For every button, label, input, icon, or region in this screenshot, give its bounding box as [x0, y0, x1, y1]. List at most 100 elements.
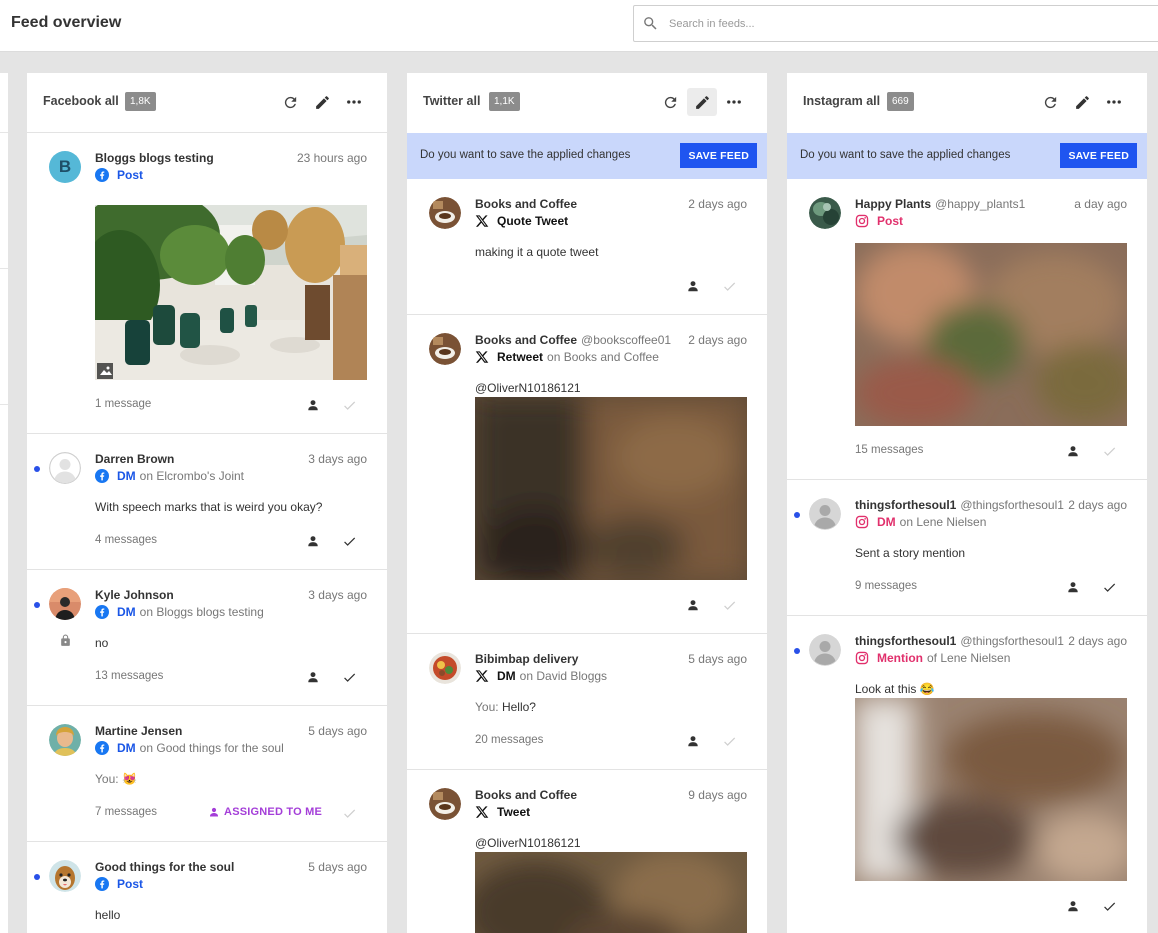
avatar[interactable]	[49, 860, 81, 892]
feed-card[interactable]: Books and Coffee @bookscoffee01 2 days ag…	[407, 315, 767, 634]
feed-card[interactable]: Books and Coffee 9 days ago Tweet @Olive…	[407, 770, 767, 933]
search-box[interactable]	[633, 5, 1158, 42]
feed-card[interactable]: thingsforthesoul1 @thingsforthesoul1 2 da…	[787, 616, 1147, 933]
avatar[interactable]	[809, 498, 841, 530]
more-icon	[725, 93, 743, 111]
avatar[interactable]	[49, 588, 81, 620]
message-type: DM	[117, 469, 136, 483]
timestamp: 2 days ago	[688, 333, 747, 347]
message-count: 15 messages	[855, 444, 924, 456]
resolve-button[interactable]	[719, 597, 739, 613]
check-icon	[342, 806, 357, 821]
resolve-button[interactable]	[719, 278, 739, 294]
avatar[interactable]	[429, 333, 461, 365]
refresh-button[interactable]	[655, 88, 685, 116]
assign-button[interactable]	[1063, 898, 1083, 914]
author-name[interactable]: Darren Brown	[95, 452, 174, 466]
author-name[interactable]: Happy Plants @happy_plants1	[855, 197, 1025, 211]
feed-card[interactable]: Bibimbap delivery 5 days ago DM on David…	[407, 634, 767, 770]
feed-card[interactable]: Happy Plants @happy_plants1 a day ago Pos…	[787, 179, 1147, 480]
assign-button[interactable]	[303, 533, 323, 549]
assign-button[interactable]	[683, 733, 703, 749]
feed-card[interactable]: Books and Coffee 2 days ago Quote Tweet …	[407, 179, 767, 315]
author-name[interactable]: Kyle Johnson	[95, 588, 174, 602]
resolve-button[interactable]	[1099, 443, 1119, 459]
page-title: Feed overview	[11, 14, 122, 31]
refresh-button[interactable]	[1035, 88, 1065, 116]
save-feed-button[interactable]: SAVE FEED	[680, 143, 757, 168]
assigned-to-me-badge[interactable]: ASSIGNED TO ME	[208, 806, 322, 818]
assign-button[interactable]	[303, 397, 323, 413]
search-input[interactable]	[669, 17, 1109, 30]
assign-button[interactable]	[1063, 443, 1083, 459]
more-icon	[345, 93, 363, 111]
avatar[interactable]	[429, 788, 461, 820]
timestamp: 2 days ago	[1068, 634, 1127, 648]
resolve-button[interactable]	[719, 733, 739, 749]
post-image[interactable]	[855, 243, 1127, 426]
feed-card[interactable]: B Bloggs blogs testing 23 hours ago Post	[27, 133, 387, 434]
author-name[interactable]: Martine Jensen	[95, 724, 182, 738]
resolve-button[interactable]	[339, 397, 359, 413]
avatar[interactable]	[429, 197, 461, 229]
edit-feed-button[interactable]	[687, 88, 717, 116]
avatar[interactable]	[429, 652, 461, 684]
author-name[interactable]: Books and Coffee @bookscoffee01	[475, 333, 671, 347]
resolve-button[interactable]	[1099, 579, 1119, 595]
refresh-button[interactable]	[275, 88, 305, 116]
author-name[interactable]: Books and Coffee	[475, 788, 577, 802]
check-icon	[1102, 899, 1117, 914]
timestamp: a day ago	[1074, 197, 1127, 211]
check-icon	[722, 279, 737, 294]
check-icon	[722, 598, 737, 613]
refresh-icon	[1042, 94, 1059, 111]
avatar[interactable]	[49, 452, 81, 484]
attached-image[interactable]	[855, 698, 1127, 881]
resolve-button[interactable]	[1099, 898, 1119, 914]
avatar[interactable]: B	[49, 151, 81, 183]
assign-button[interactable]	[303, 669, 323, 685]
assign-button[interactable]	[1063, 579, 1083, 595]
save-feed-button[interactable]: SAVE FEED	[1060, 143, 1137, 168]
attached-image[interactable]	[475, 397, 747, 580]
message-count: 9 messages	[855, 580, 918, 592]
more-options-button[interactable]	[1099, 88, 1129, 116]
assign-user-icon	[686, 598, 700, 612]
message-target: on David Bloggs	[519, 669, 608, 683]
author-name[interactable]: Bloggs blogs testing	[95, 151, 214, 165]
feed-card[interactable]: Good things for the soul 5 days ago Post…	[27, 842, 387, 933]
feed-card[interactable]: Darren Brown 3 days ago DM on Elcrombo's…	[27, 434, 387, 570]
more-options-button[interactable]	[719, 88, 749, 116]
message-type: Tweet	[497, 805, 531, 819]
resolve-button[interactable]	[339, 805, 359, 821]
avatar[interactable]	[809, 197, 841, 229]
previous-column-edge[interactable]	[0, 73, 8, 933]
edit-feed-button[interactable]	[1067, 88, 1097, 116]
author-name[interactable]: Good things for the soul	[95, 860, 234, 874]
resolve-button[interactable]	[339, 533, 359, 549]
attached-image[interactable]	[475, 852, 747, 933]
author-name[interactable]: Bibimbap delivery	[475, 652, 578, 666]
feed-card[interactable]: thingsforthesoul1 @thingsforthesoul1 2 da…	[787, 480, 1147, 616]
check-icon	[722, 734, 737, 749]
column-header: Facebook all 1,8K	[27, 73, 387, 133]
avatar[interactable]	[49, 724, 81, 756]
feed-card[interactable]: Kyle Johnson 3 days ago DM on Bloggs blo…	[27, 570, 387, 706]
author-name[interactable]: thingsforthesoul1 @thingsforthesoul1	[855, 498, 1064, 512]
post-image[interactable]	[95, 205, 367, 380]
author-name[interactable]: Books and Coffee	[475, 197, 577, 211]
author-name[interactable]: thingsforthesoul1 @thingsforthesoul1	[855, 634, 1064, 648]
timestamp: 5 days ago	[308, 724, 367, 738]
edit-feed-button[interactable]	[307, 88, 337, 116]
avatar[interactable]	[809, 634, 841, 666]
message-target: on Books and Coffee	[547, 350, 659, 364]
more-options-button[interactable]	[339, 88, 369, 116]
author-handle: @thingsforthesoul1	[960, 498, 1064, 512]
check-icon	[342, 534, 357, 549]
assign-button[interactable]	[683, 278, 703, 294]
timestamp: 23 hours ago	[296, 151, 367, 165]
assign-button[interactable]	[683, 597, 703, 613]
feed-column-twitter: Twitter all 1,1K Do you want to save the…	[407, 73, 767, 933]
resolve-button[interactable]	[339, 669, 359, 685]
feed-card[interactable]: Martine Jensen 5 days ago DM on Good thi…	[27, 706, 387, 842]
